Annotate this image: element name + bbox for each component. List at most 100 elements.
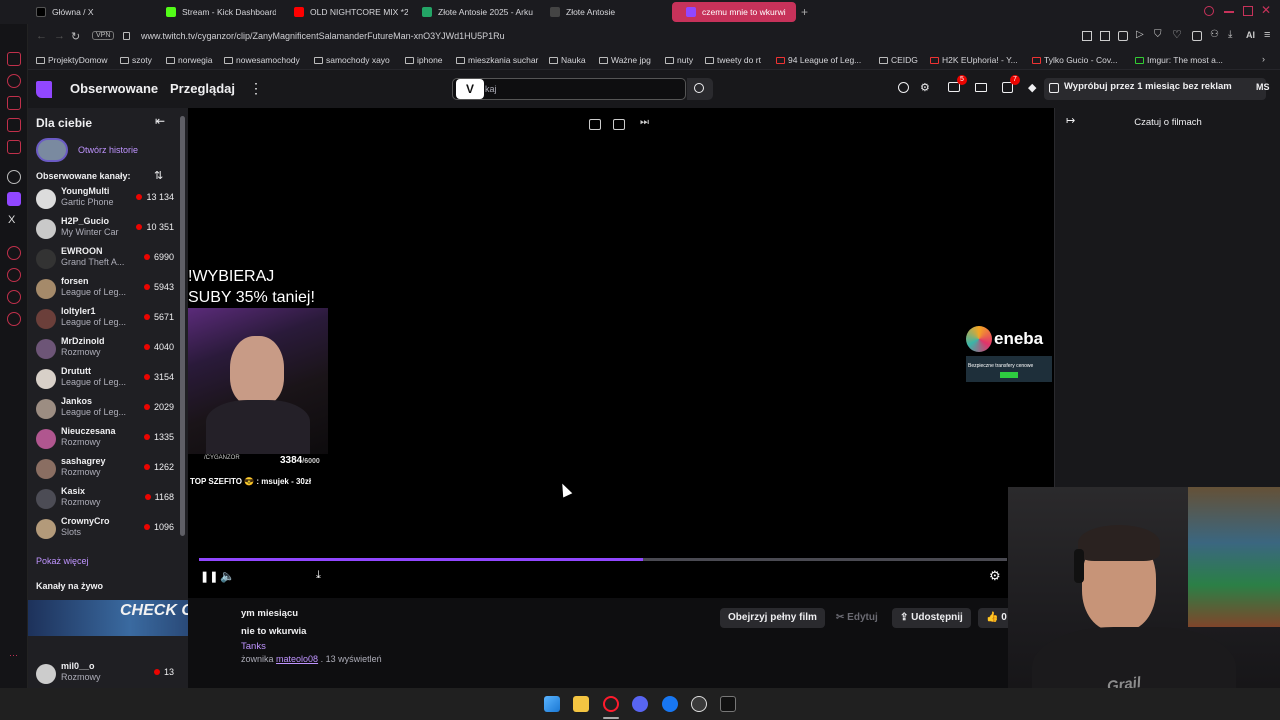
file-explorer-icon[interactable] [573,696,589,712]
tab-sheets[interactable]: Złote Antosie 2025 - Arku [408,2,536,22]
maximize-icon[interactable] [1243,6,1253,16]
avatar[interactable]: MS [1256,82,1270,92]
url-field[interactable]: www.twitch.tv/cyganzor/clip/ZanyMagnific… [141,31,505,41]
pause-icon[interactable]: ❚❚ [200,570,218,583]
clip-game-link[interactable]: Tanks [241,641,266,652]
extensions-icon[interactable] [7,290,21,304]
bookmark-item[interactable]: 94 League of Leg... [776,55,861,65]
new-tab-button[interactable]: + [801,5,808,19]
bookmark-item[interactable]: Nauka [549,55,586,65]
history-icon[interactable] [7,74,21,88]
bookmark-item[interactable]: Imgur: The most a... [1135,55,1223,65]
search-input[interactable]: kaj [452,78,686,100]
chevron-right-icon[interactable]: › [1262,54,1265,64]
discord-icon[interactable] [632,696,648,712]
share-button[interactable]: ⇪ Udostępnij [892,608,971,628]
chatgpt-icon[interactable] [7,170,21,184]
sidebar-channel-item[interactable]: sashagrey Rozmowy 1262 [28,454,184,484]
more-vertical-icon[interactable]: ⋮ [249,80,263,97]
extension-icon[interactable]: ⚙ [920,81,930,94]
stories-avatar[interactable] [36,138,68,162]
windows-start-icon[interactable] [544,696,560,712]
back-icon[interactable]: ← [36,30,47,42]
volume-icon[interactable]: 🔈 [220,569,235,583]
bookmark-item[interactable]: tweety do rt [705,55,761,65]
search-tabs-icon[interactable] [1204,6,1214,16]
tab-antosie[interactable]: Złote Antosie [536,2,666,22]
sidebar-channel-item[interactable]: forsen League of Leg... 5943 [28,274,184,304]
twitch-rail-icon[interactable] [7,192,21,206]
sidebar-channel-item[interactable]: Jankos League of Leg... 2029 [28,394,184,424]
menu-icon[interactable]: ≡ [1264,29,1270,41]
bookmark-item[interactable]: nowesamochody [224,55,300,65]
bookmark-item[interactable]: mieszkania suchar [456,55,538,65]
bits-icon[interactable]: ◆ [1028,81,1036,94]
bookmark-item[interactable]: szoty [120,55,152,65]
edit-button[interactable]: ✂ Edytuj [828,608,886,628]
clock-icon[interactable] [7,268,21,282]
sort-icon[interactable]: ⇅ [154,169,163,182]
bookmark-item[interactable]: Ważne jpg [599,55,651,65]
bookmark-item[interactable]: iphone [405,55,443,65]
extensions-puzzle-icon[interactable] [1192,31,1202,41]
sidebar-channel-item[interactable]: CrownyCro Slots 1096 [28,514,184,544]
bookmark-page-icon[interactable] [1082,31,1092,41]
snapshot-icon[interactable] [1100,31,1110,41]
tab-twitch-active[interactable]: czemu mnie to wkurwi [672,2,796,22]
inbox-icon[interactable] [975,83,987,92]
activity-icon[interactable] [898,82,909,93]
settings-icon[interactable] [7,312,21,326]
sidebar-channel-item[interactable]: Kasix Rozmowy 1168 [28,484,184,514]
theatre-mode-icon[interactable] [613,119,625,130]
next-clip-icon[interactable]: ⏭ [640,117,649,128]
sidebar-channel-item[interactable]: Drututt League of Leg... 3154 [28,364,184,394]
bookmark-item[interactable]: nuty [665,55,693,65]
reload-icon[interactable]: ↻ [71,30,80,43]
video-progress-bar[interactable] [199,558,1007,561]
tab-youtube[interactable]: OLD NIGHTCORE MIX *20 [280,2,408,22]
bookmark-item[interactable]: H2K EUphoria! - Y... [930,55,1018,65]
vpn-badge[interactable]: VPN [92,31,115,40]
vpn-shield-icon[interactable]: ⛉ [1154,29,1162,40]
sidebar-channel-item[interactable]: YoungMulti Gartic Phone 13 134 [28,184,184,214]
music-icon[interactable] [7,246,21,260]
settings-gear-icon[interactable]: ⚙ [989,568,1001,584]
account-icon[interactable]: ⚇ [1210,29,1219,40]
adblock-icon[interactable] [1118,31,1128,41]
twitch-logo-icon[interactable] [36,81,52,98]
search-button[interactable] [687,78,713,100]
live-channel-item[interactable]: mil0__o Rozmowy 13 [28,659,184,688]
obs-icon[interactable] [691,696,707,712]
sidebar-channel-item[interactable]: MrDzinold Rozmowy 4040 [28,334,184,364]
messenger-icon[interactable] [7,140,21,154]
bookmark-item[interactable]: ProjektyDomow [36,55,108,65]
sidebar-channel-item[interactable]: loltyler1 League of Leg... 5671 [28,304,184,334]
clip-creator-link[interactable]: mateolo08 [276,654,318,664]
more-icon[interactable]: ⋯ [9,650,18,661]
play-icon[interactable]: ▷ [1136,29,1144,40]
clip-pip-icon[interactable] [589,119,601,130]
watch-full-video-button[interactable]: Obejrzyj pełny film [720,608,825,628]
ai-button[interactable]: AI [1246,30,1255,40]
sidebar-channel-item[interactable]: Nieuczesana Rozmowy 1335 [28,424,184,454]
download-icon[interactable]: ⤓ [1228,29,1232,40]
facebook-icon[interactable] [662,696,678,712]
download-clip-icon[interactable]: ⤓ [316,569,321,582]
bookmark-item[interactable]: samochody xayo [314,55,390,65]
bookmark-item[interactable]: CEIDG [879,55,918,65]
sidebar-scrollbar[interactable] [180,116,185,536]
sidebar-channel-item[interactable]: EWROON Grand Theft A... 6990 [28,244,184,274]
x-rail-icon[interactable]: X [8,214,15,226]
tab-x[interactable]: Główna / X [22,2,146,22]
nav-followed[interactable]: Obserwowane [70,81,158,96]
tab-kick[interactable]: Stream - Kick Dashboard [152,2,276,22]
speed-dial-icon[interactable] [7,52,21,66]
terminal-icon[interactable] [720,696,736,712]
minimize-icon[interactable] [1224,11,1234,13]
show-more-link[interactable]: Pokaż więcej [36,556,89,566]
bookmark-item[interactable]: norwegia [166,55,213,65]
opera-icon[interactable] [603,696,619,712]
bookmark-item[interactable]: Tylko Gucio - Cov... [1032,55,1118,65]
wallet-icon[interactable] [7,96,21,110]
bookmarks-icon[interactable] [7,118,21,132]
